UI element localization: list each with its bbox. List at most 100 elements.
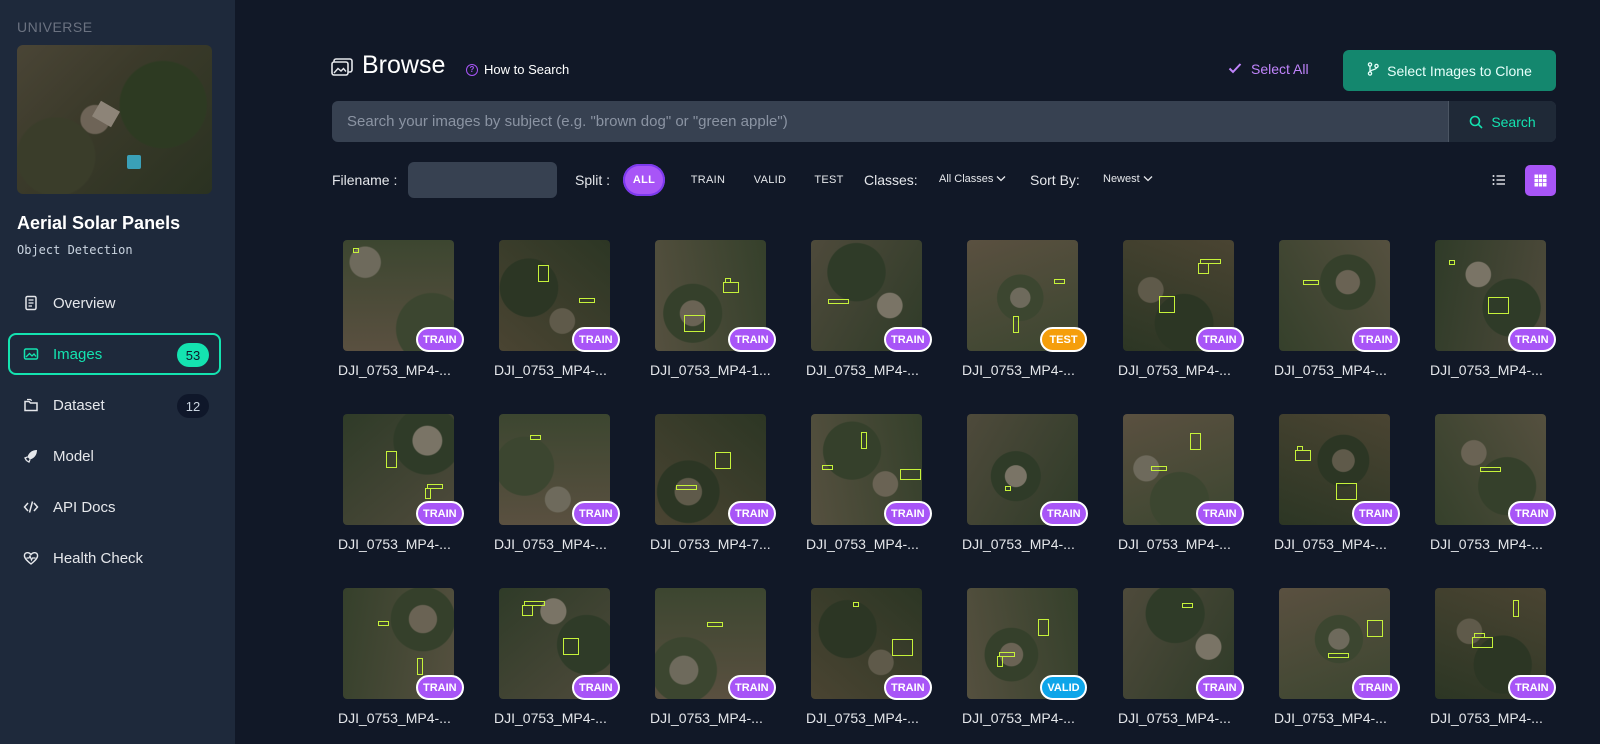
sidebar-item-api-docs[interactable]: API Docs — [8, 486, 221, 528]
sidebar-item-dataset[interactable]: Dataset 12 — [8, 384, 221, 426]
sidebar-item-label: Health Check — [53, 549, 144, 567]
annotation-box — [1295, 450, 1311, 461]
filename-input[interactable] — [408, 162, 557, 198]
split-badge: VALID — [1040, 675, 1087, 700]
image-filename: DJI_0753_MP4-... — [806, 710, 919, 726]
classes-label: Classes: — [864, 172, 918, 188]
annotation-box — [530, 435, 541, 440]
grid-icon — [1534, 174, 1547, 187]
sort-by-label: Sort By: — [1030, 172, 1080, 188]
brand-label[interactable]: UNIVERSE — [17, 19, 93, 35]
image-card[interactable]: TRAIN DJI_0753_MP4-... — [800, 414, 940, 564]
image-card[interactable]: TRAIN DJI_0753_MP4-... — [332, 414, 472, 564]
split-badge: TRAIN — [1352, 327, 1400, 352]
annotation-box — [900, 469, 921, 480]
split-all-button[interactable]: ALL — [623, 164, 665, 196]
image-card[interactable]: TEST DJI_0753_MP4-... — [956, 240, 1096, 390]
annotation-box — [997, 656, 1003, 667]
select-images-to-clone-button[interactable]: Select Images to Clone — [1343, 50, 1556, 91]
image-card[interactable]: TRAIN DJI_0753_MP4-... — [488, 240, 628, 390]
annotation-box — [1198, 263, 1209, 274]
chevron-down-icon — [996, 173, 1006, 185]
image-filename: DJI_0753_MP4-... — [1118, 362, 1231, 378]
search-bar: Search — [332, 101, 1556, 142]
image-count-badge: 53 — [177, 343, 209, 367]
image-card[interactable]: TRAIN DJI_0753_MP4-... — [800, 240, 940, 390]
image-card[interactable]: VALID DJI_0753_MP4-... — [956, 588, 1096, 738]
annotation-box — [715, 452, 731, 469]
sidebar-item-label: Model — [53, 447, 94, 465]
code-icon — [23, 499, 39, 515]
image-card[interactable]: TRAIN DJI_0753_MP4-... — [332, 240, 472, 390]
image-card[interactable]: TRAIN DJI_0753_MP4-... — [800, 588, 940, 738]
annotation-box — [1336, 483, 1357, 500]
split-badge: TRAIN — [416, 327, 464, 352]
image-filename: DJI_0753_MP4-... — [1118, 710, 1231, 726]
split-label: Split : — [575, 172, 611, 188]
split-valid-button[interactable]: VALID — [749, 164, 791, 196]
annotation-box — [1472, 637, 1493, 648]
question-icon: ? — [466, 63, 478, 76]
annotation-box — [1297, 446, 1303, 451]
annotation-box — [853, 602, 859, 607]
image-card[interactable]: TRAIN DJI_0753_MP4-... — [1268, 588, 1408, 738]
image-card[interactable]: TRAIN DJI_0753_MP4-... — [1268, 240, 1408, 390]
annotation-box — [1190, 433, 1201, 450]
image-card[interactable]: TRAIN DJI_0753_MP4-... — [1424, 588, 1564, 738]
images-icon — [331, 58, 353, 76]
classes-dropdown[interactable]: All Classes — [939, 173, 1006, 185]
image-card[interactable]: TRAIN DJI_0753_MP4-... — [488, 588, 628, 738]
annotation-box — [353, 248, 359, 253]
annotation-box — [1480, 467, 1501, 472]
image-card[interactable]: TRAIN DJI_0753_MP4-... — [488, 414, 628, 564]
image-card[interactable]: TRAIN DJI_0753_MP4-... — [1112, 240, 1252, 390]
search-button[interactable]: Search — [1448, 101, 1556, 142]
image-card[interactable]: TRAIN DJI_0753_MP4-... — [956, 414, 1096, 564]
sidebar-item-images[interactable]: Images 53 — [8, 333, 221, 375]
image-filename: DJI_0753_MP4-... — [494, 710, 607, 726]
image-card[interactable]: TRAIN DJI_0753_MP4-... — [332, 588, 472, 738]
chevron-down-icon — [1143, 173, 1153, 185]
annotation-box — [386, 451, 397, 468]
sidebar-item-health-check[interactable]: Health Check — [8, 537, 221, 579]
split-badge: TRAIN — [884, 327, 932, 352]
split-test-button[interactable]: TEST — [810, 164, 848, 196]
split-train-button[interactable]: TRAIN — [684, 164, 732, 196]
how-to-search-link[interactable]: ? How to Search — [466, 62, 569, 77]
annotation-box — [378, 621, 389, 626]
check-icon — [1228, 61, 1242, 77]
sidebar-item-label: Dataset — [53, 396, 105, 414]
split-badge: TRAIN — [572, 327, 620, 352]
annotation-box — [892, 639, 913, 656]
split-badge: TEST — [1040, 327, 1087, 352]
sort-dropdown[interactable]: Newest — [1103, 173, 1153, 185]
image-card[interactable]: TRAIN DJI_0753_MP4-... — [1424, 414, 1564, 564]
sidebar-item-model[interactable]: Model — [8, 435, 221, 477]
image-card[interactable]: TRAIN DJI_0753_MP4-... — [644, 588, 784, 738]
clone-button-label: Select Images to Clone — [1387, 62, 1532, 79]
split-badge: TRAIN — [728, 501, 776, 526]
annotation-box — [1513, 600, 1519, 617]
search-input[interactable] — [332, 101, 1448, 142]
sidebar-item-overview[interactable]: Overview — [8, 282, 221, 324]
split-badge: TRAIN — [1196, 675, 1244, 700]
select-all-button[interactable]: Select All — [1228, 61, 1309, 77]
image-card[interactable]: TRAIN DJI_0753_MP4-... — [1112, 414, 1252, 564]
grid-view-button[interactable] — [1525, 165, 1556, 196]
split-badge: TRAIN — [1508, 675, 1556, 700]
image-card[interactable]: TRAIN DJI_0753_MP4-7... — [644, 414, 784, 564]
split-badge: TRAIN — [884, 675, 932, 700]
image-card[interactable]: TRAIN DJI_0753_MP4-... — [1424, 240, 1564, 390]
split-badge: TRAIN — [1196, 501, 1244, 526]
image-card[interactable]: TRAIN DJI_0753_MP4-1... — [644, 240, 784, 390]
project-type: Object Detection — [17, 243, 133, 257]
image-filename: DJI_0753_MP4-... — [650, 710, 763, 726]
split-badge: TRAIN — [728, 327, 776, 352]
image-card[interactable]: TRAIN DJI_0753_MP4-... — [1268, 414, 1408, 564]
image-card[interactable]: TRAIN DJI_0753_MP4-... — [1112, 588, 1252, 738]
annotation-box — [1159, 296, 1175, 313]
image-filename: DJI_0753_MP4-... — [1430, 536, 1543, 552]
sort-dropdown-value: Newest — [1103, 173, 1140, 185]
list-view-button[interactable] — [1487, 168, 1511, 192]
annotation-box — [1151, 466, 1167, 471]
